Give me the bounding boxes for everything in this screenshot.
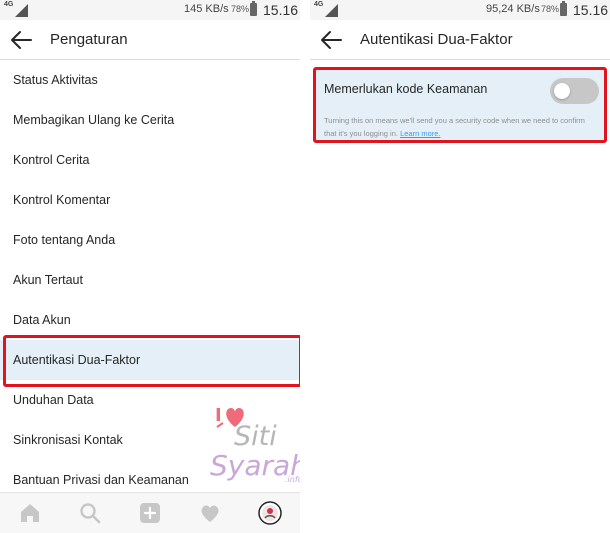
menu-item[interactable]: Membagikan Ulang ke Cerita	[0, 100, 300, 140]
menu-item[interactable]: Foto tentang Anda	[0, 220, 300, 260]
watermark-line1: Siti	[234, 421, 277, 452]
battery-percent: 78%	[231, 4, 250, 14]
menu-item[interactable]: Autentikasi Dua-Faktor	[0, 340, 300, 380]
battery-percent: 78%	[541, 4, 560, 14]
menu-item[interactable]: Status Aktivitas	[0, 60, 300, 100]
network-type: 4G	[4, 1, 14, 8]
back-arrow-icon[interactable]	[10, 30, 32, 50]
signal-icon	[325, 4, 338, 17]
bottom-navigation	[0, 492, 300, 533]
setting-description: Turning this on means we'll send you a s…	[324, 114, 599, 140]
network-speed: 145 KB/s	[184, 3, 229, 15]
settings-screen: 4G 145 KB/s 78% 15.16 Pengaturan Status …	[0, 0, 300, 533]
setting-label: Memerlukan kode Keamanan	[324, 82, 488, 96]
menu-item[interactable]: Kontrol Cerita	[0, 140, 300, 180]
signal-icon	[15, 4, 28, 17]
add-post-icon[interactable]	[138, 501, 162, 525]
two-factor-screen: 4G 95,24 KB/s 78% 15.16 Autentikasi Dua-…	[310, 0, 610, 533]
menu-item[interactable]: Unduhan Data	[0, 380, 300, 420]
menu-item[interactable]: Akun Tertaut	[0, 260, 300, 300]
battery-icon	[250, 1, 257, 16]
home-icon[interactable]	[18, 501, 42, 525]
page-title: Pengaturan	[50, 31, 128, 48]
network-speed: 95,24 KB/s	[486, 3, 540, 15]
top-bar: Pengaturan	[0, 20, 300, 60]
security-code-toggle[interactable]	[550, 78, 599, 104]
menu-item[interactable]: Kontrol Komentar	[0, 180, 300, 220]
clock: 15.16	[263, 2, 299, 18]
top-bar: Autentikasi Dua-Faktor	[310, 20, 610, 60]
clock: 15.16	[573, 2, 609, 18]
status-bar: 4G 95,24 KB/s 78% 15.16	[310, 0, 610, 20]
menu-item[interactable]: Data Akun	[0, 300, 300, 340]
status-bar: 4G 145 KB/s 78% 15.16	[0, 0, 300, 20]
description-text: Turning this on means we'll send you a s…	[324, 116, 585, 138]
learn-more-link[interactable]: Learn more.	[400, 129, 440, 138]
security-code-setting: Memerlukan kode Keamanan Turning this on…	[314, 68, 606, 140]
svg-text:I: I	[215, 405, 222, 426]
profile-avatar[interactable]	[258, 501, 282, 525]
network-type: 4G	[314, 1, 324, 8]
search-icon[interactable]	[78, 501, 102, 525]
battery-icon	[560, 1, 567, 16]
watermark-suffix: .info	[285, 475, 300, 484]
back-arrow-icon[interactable]	[320, 30, 342, 50]
toggle-knob	[554, 83, 570, 99]
page-title: Autentikasi Dua-Faktor	[360, 31, 513, 48]
heart-icon[interactable]	[198, 501, 222, 525]
